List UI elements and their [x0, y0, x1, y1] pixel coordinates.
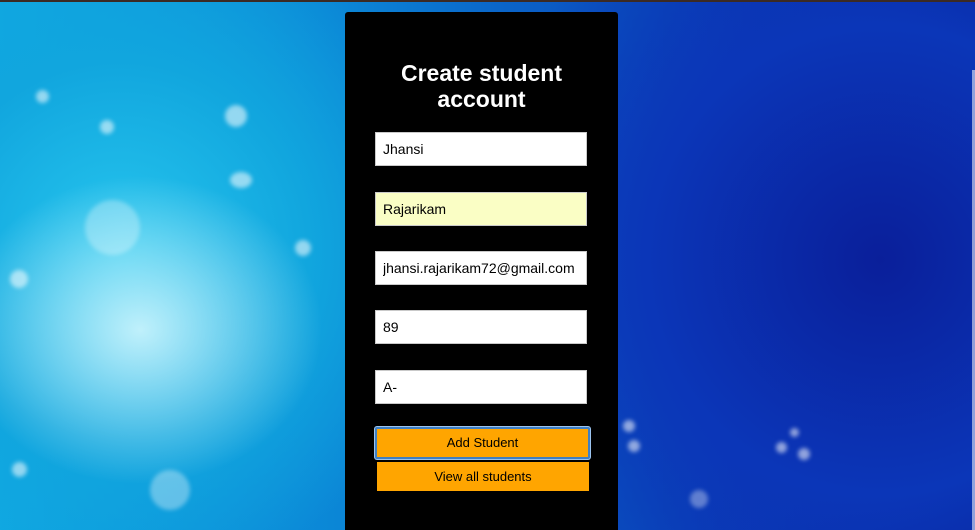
- bokeh-light: [628, 440, 640, 452]
- bokeh-light: [36, 90, 49, 103]
- grade-input[interactable]: [375, 370, 587, 404]
- bokeh-light: [776, 442, 787, 453]
- bokeh-light: [790, 428, 799, 437]
- bokeh-light: [10, 270, 28, 288]
- bokeh-light: [100, 120, 114, 134]
- bokeh-light: [150, 470, 190, 510]
- create-student-form: Create student account Add Student View …: [345, 12, 618, 530]
- window-top-border: [0, 0, 975, 2]
- view-all-students-button[interactable]: View all students: [377, 462, 589, 491]
- bokeh-light: [798, 448, 810, 460]
- bokeh-light: [690, 490, 708, 508]
- add-student-button[interactable]: Add Student: [375, 427, 590, 459]
- bokeh-light: [295, 240, 311, 256]
- bokeh-light: [225, 105, 247, 127]
- last-name-input[interactable]: [375, 192, 587, 226]
- bokeh-light: [623, 420, 635, 432]
- bokeh-light: [230, 172, 252, 188]
- marks-input[interactable]: [375, 310, 587, 344]
- email-input[interactable]: [375, 251, 587, 285]
- bokeh-light: [85, 200, 140, 255]
- first-name-input[interactable]: [375, 132, 587, 166]
- bokeh-light: [12, 462, 27, 477]
- page-title: Create student account: [400, 60, 563, 112]
